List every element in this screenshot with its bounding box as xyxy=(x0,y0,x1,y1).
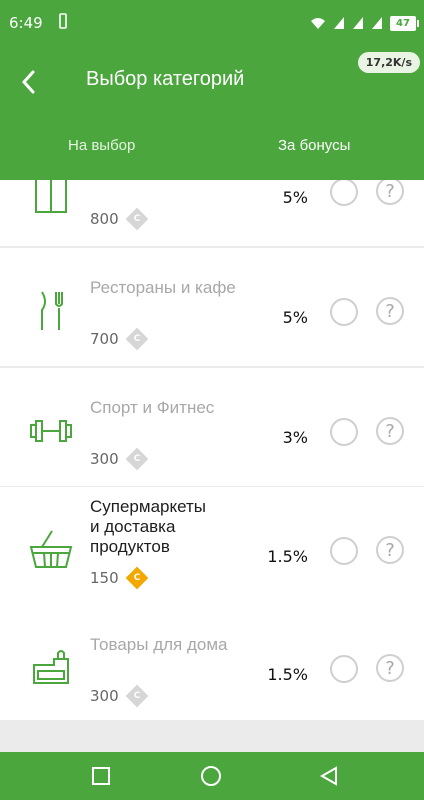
battery-indicator: 47 xyxy=(390,15,419,31)
category-name: Спорт и Фитнес xyxy=(90,398,215,417)
wifi-icon xyxy=(311,18,325,29)
cost-value: 700 xyxy=(90,330,119,348)
fork-knife-icon xyxy=(41,291,63,330)
signal-4g-icon xyxy=(353,17,363,29)
tab-za-bonusy[interactable]: За бонусы xyxy=(278,137,350,154)
category-item[interactable]: Рестораны и кафе 700 С 5% ? xyxy=(0,248,424,366)
category-name: Супермаркеты и доставка продуктов xyxy=(90,497,207,556)
cost-value: 300 xyxy=(90,450,119,468)
category-cost: 150 С xyxy=(90,566,148,590)
category-radio[interactable] xyxy=(330,418,358,446)
cashback-percent: 5% xyxy=(282,308,308,327)
category-cost: 700 С xyxy=(90,327,148,351)
status-time: 6:49 xyxy=(9,14,43,32)
bonus-coin-icon: С xyxy=(125,447,148,471)
back-triangle-icon[interactable] xyxy=(318,765,340,787)
recents-square-icon[interactable] xyxy=(90,765,112,787)
bonus-coin-icon: С xyxy=(125,566,148,590)
sofa-icon xyxy=(33,650,69,684)
signal-secondary-icon xyxy=(372,17,382,29)
cost-value: 800 xyxy=(90,210,119,228)
status-bar: 6:49 47 xyxy=(0,0,424,48)
help-icon[interactable]: ? xyxy=(376,654,404,682)
signal-icon xyxy=(334,17,344,29)
category-cost: 300 С xyxy=(90,684,148,708)
category-cost: 800 С xyxy=(90,207,148,231)
page-title: Выбор категорий xyxy=(86,68,245,90)
help-icon[interactable]: ? xyxy=(376,536,404,564)
basket-icon xyxy=(29,530,73,568)
help-icon[interactable]: ? xyxy=(376,180,404,205)
dumbbell-icon xyxy=(30,420,72,442)
vibrate-icon xyxy=(59,13,67,29)
bonus-coin-icon: С xyxy=(125,207,148,231)
cost-value: 300 xyxy=(90,687,119,705)
category-radio[interactable] xyxy=(330,655,358,683)
category-name: Товары для дома xyxy=(90,635,228,654)
bonus-coin-icon: С xyxy=(125,684,148,708)
category-radio[interactable] xyxy=(330,180,358,206)
cashback-percent: 5% xyxy=(282,188,308,207)
cashback-percent: 1.5% xyxy=(267,547,308,566)
category-item[interactable]: Товары для дома 300 С 1.5% ? xyxy=(0,605,424,720)
status-icons: 47 xyxy=(310,13,419,33)
cashback-percent: 3% xyxy=(282,428,308,447)
tab-na-vybor[interactable]: На выбор xyxy=(68,137,135,154)
app-bar: Выбор категорий 17,2K/s На выбор За бону… xyxy=(0,48,424,180)
cashback-percent: 1.5% xyxy=(267,665,308,684)
category-item[interactable]: Спорт и Фитнес 300 С 3% ? xyxy=(0,368,424,486)
shirt-icon xyxy=(35,180,67,213)
help-icon[interactable]: ? xyxy=(376,417,404,445)
category-item[interactable]: Супермаркеты и доставка продуктов 150 С … xyxy=(0,487,424,605)
help-icon[interactable]: ? xyxy=(376,297,404,325)
system-nav-bar xyxy=(0,752,424,800)
back-arrow-icon[interactable] xyxy=(18,68,42,96)
category-radio[interactable] xyxy=(330,537,358,565)
category-radio[interactable] xyxy=(330,298,358,326)
category-name: Рестораны и кафе xyxy=(90,278,236,297)
category-item[interactable]: 800 С 5% ? xyxy=(0,180,424,246)
category-list: 800 С 5% ? Рестораны и кафе 700 С 5% ? С… xyxy=(0,180,424,720)
cost-value: 150 xyxy=(90,569,119,587)
network-speed-badge: 17,2K/s xyxy=(357,52,420,73)
category-cost: 300 С xyxy=(90,447,148,471)
home-circle-icon[interactable] xyxy=(200,765,222,787)
bonus-coin-icon: С xyxy=(125,327,148,351)
